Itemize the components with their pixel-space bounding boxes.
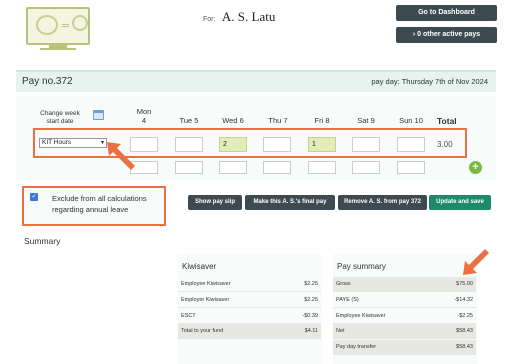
pay-summary-net-row: Net $58.43 xyxy=(333,324,476,339)
add-row-icon[interactable]: + xyxy=(469,161,482,174)
pay-day: pay day: Thursday 7th of Nov 2024 xyxy=(371,77,488,86)
go-to-dashboard-button[interactable]: Go to Dashboard xyxy=(396,5,497,21)
new-row-cell-thu[interactable] xyxy=(263,161,291,174)
kiwisaver-total-row: Total to your fund $4.11 xyxy=(178,324,321,339)
pay-summary-row: PAYE (S) -$14.32 xyxy=(333,293,476,308)
piggy-bank-icon xyxy=(36,15,58,35)
kiwisaver-title: Kiwisaver xyxy=(182,262,217,271)
pay-bar: Pay no.372 pay day: Thursday 7th of Nov … xyxy=(16,70,496,92)
kiwisaver-row: Employer Kiwisaver $2.25 xyxy=(178,293,321,308)
pay-summary-row: Employee Kiwisaver -$2.25 xyxy=(333,309,476,324)
pay-summary-row: Gross $75.00 xyxy=(333,277,476,292)
day-head-mon: Mon 4 xyxy=(136,107,152,125)
final-pay-button[interactable]: Make this A. S.'s final pay xyxy=(245,195,335,210)
hours-cell-tue[interactable] xyxy=(175,137,203,152)
day-head-sat: Sat 9 xyxy=(357,116,375,125)
show-pay-slip-button[interactable]: Show pay slip xyxy=(188,195,242,210)
clock-icon xyxy=(72,15,88,31)
day-head-fri: Fri 8 xyxy=(314,116,330,125)
employee-name: A. S. Latu xyxy=(221,9,276,24)
remove-pay-number: 372 xyxy=(410,199,421,205)
kiwisaver-row: Employee Kiwisaver $2.25 xyxy=(178,277,321,292)
new-row-cell-sun[interactable] xyxy=(397,161,425,174)
chevron-right-icon: › xyxy=(412,31,416,38)
row-total: 3.00 xyxy=(437,140,453,149)
exclude-checkbox[interactable]: ✓ xyxy=(30,193,38,201)
change-week-label: Change week start date xyxy=(40,110,80,125)
hours-type-value: KIT Hours xyxy=(42,139,72,146)
hours-cell-sun[interactable] xyxy=(397,137,425,152)
kiwisaver-row: ESCT -$0.39 xyxy=(178,309,321,324)
update-and-save-button[interactable]: Update and save xyxy=(429,195,491,210)
employee-heading: For: A. S. Latu xyxy=(203,8,275,26)
day-head-thu: Thu 7 xyxy=(268,116,288,125)
new-row-cell-sat[interactable] xyxy=(352,161,380,174)
calendar-icon[interactable] xyxy=(93,110,104,120)
day-head-tue: Tue 5 xyxy=(179,116,199,125)
app-logo: = xyxy=(26,7,90,45)
summary-title: Summary xyxy=(24,236,61,246)
pay-summary-title: Pay summary xyxy=(337,262,386,271)
new-row-cell-tue[interactable] xyxy=(175,161,203,174)
hours-cell-wed[interactable]: 2 xyxy=(219,137,247,152)
logo-base xyxy=(40,48,76,50)
pay-summary-transfer-row: Pay day transfer $58.43 xyxy=(333,340,476,355)
hours-type-select[interactable]: KIT Hours ▾ xyxy=(39,138,107,148)
annotation-arrow-icon xyxy=(463,249,489,275)
new-row-cell-fri[interactable] xyxy=(308,161,336,174)
hours-cell-fri[interactable]: 1 xyxy=(308,137,336,152)
chevron-down-icon: ▾ xyxy=(100,140,104,146)
new-row-cell-wed[interactable] xyxy=(219,161,247,174)
annotation-arrow-icon xyxy=(107,142,135,170)
hours-cell-sat[interactable] xyxy=(352,137,380,152)
for-label: For: xyxy=(203,16,216,23)
day-head-wed: Wed 6 xyxy=(222,116,244,125)
other-active-pays-label: 0 other active pays xyxy=(417,31,481,38)
pay-number: Pay no.372 xyxy=(22,76,73,87)
day-head-sun: Sun 10 xyxy=(399,116,423,125)
pay-day-label: pay day: xyxy=(371,77,400,86)
other-active-pays-button[interactable]: › 0 other active pays xyxy=(396,27,497,43)
pay-day-value: Thursday 7th of Nov 2024 xyxy=(401,77,488,86)
hours-cell-thu[interactable] xyxy=(263,137,291,152)
remove-from-pay-button[interactable]: Remove A. S. from pay 372 xyxy=(338,195,427,210)
remove-from-pay-label: Remove A. S. from pay xyxy=(344,199,410,205)
total-heading: Total xyxy=(437,116,457,126)
equals-icon: = xyxy=(61,19,71,32)
exclude-label: Exclude from all calculations regarding … xyxy=(52,194,147,214)
